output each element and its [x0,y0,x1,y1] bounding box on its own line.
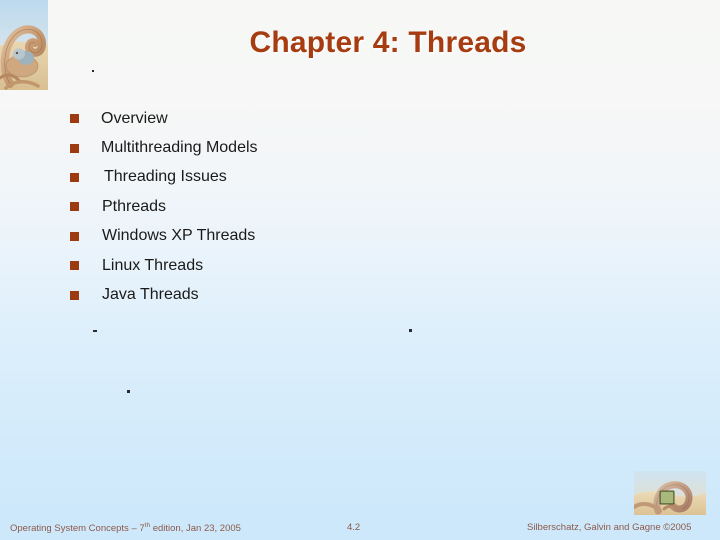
footer-source: Operating System Concepts – 7th edition,… [10,522,241,534]
square-bullet-icon [70,172,79,182]
list-item: Windows XP Threads [70,222,670,251]
dinosaur-with-book-illustration [634,471,706,515]
list-item: Threading Issues [70,163,670,192]
list-item: Linux Threads [70,251,670,280]
square-bullet-icon [70,231,79,241]
bullet-list: Overview Multithreading Models Threading… [70,104,670,310]
list-item-label: Pthreads [102,197,167,215]
artifact-speck [127,390,130,393]
list-item-label: Linux Threads [102,256,204,274]
list-item-label: Overview [101,109,168,127]
square-bullet-icon [70,261,79,271]
list-item-label: Multithreading Models [101,139,258,157]
dinosaur-illustration [0,0,48,90]
square-bullet-icon [70,143,79,153]
list-item: Pthreads [70,192,670,221]
list-item-label: Threading Issues [104,168,227,186]
artifact-speck [92,70,94,72]
artifact-speck [93,330,97,332]
footer-copyright: Silberschatz, Galvin and Gagne ©2005 [527,522,692,533]
list-item-label: Java Threads [102,286,199,304]
page-number: 4.2 [347,522,361,533]
list-item: Java Threads [70,280,670,309]
artifact-speck [409,329,412,332]
square-bullet-icon [70,114,79,124]
footer-source-prefix: Operating System Concepts – 7 [10,523,145,535]
square-bullet-icon [70,202,79,212]
list-item: Multithreading Models [70,133,670,162]
page-title: Chapter 4: Threads [249,26,527,59]
list-item-label: Windows XP Threads [102,227,256,245]
footer-source-suffix: edition, Jan 23, 2005 [150,523,241,535]
square-bullet-icon [70,290,79,300]
slide-canvas: Chapter 4: Threads Overview Multithreadi… [0,0,720,540]
list-item: Overview [70,104,670,133]
